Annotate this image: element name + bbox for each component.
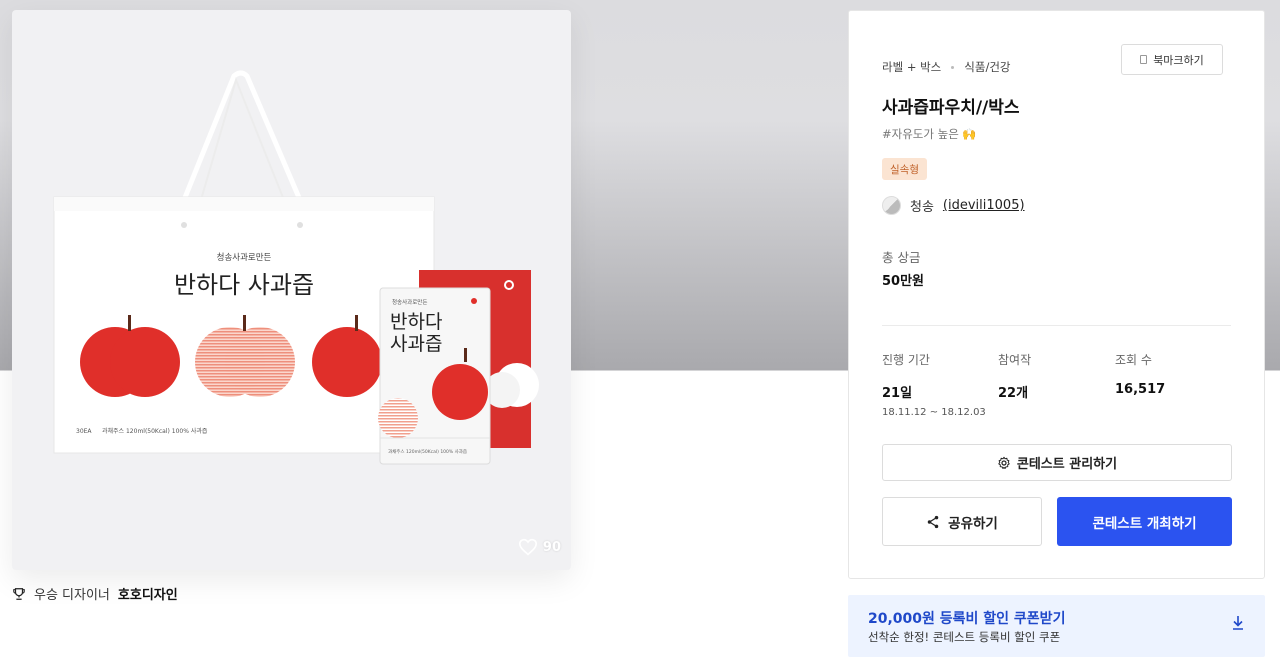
period-range: 18.11.12 ~ 18.12.03 [882, 407, 986, 418]
avatar [882, 196, 901, 215]
participants-label: 참여작 [998, 353, 1032, 367]
divider [882, 325, 1231, 326]
like-count: 90 [542, 539, 561, 555]
breadcrumb: 라벨 + 박스 식품/건강 [882, 59, 1010, 75]
bookmark-icon [1140, 55, 1148, 64]
category-secondary: 식품/건강 [964, 60, 1011, 74]
svg-text:과채주스 120ml(50Kcal) 100% 사과즙: 과채주스 120ml(50Kcal) 100% 사과즙 [102, 427, 208, 435]
gear-icon [998, 456, 1010, 469]
period-label: 진행 기간 [882, 353, 930, 367]
share-icon [927, 515, 939, 528]
trophy-icon [13, 587, 25, 600]
host-author[interactable]: 청송 (idevili1005) [882, 196, 1025, 215]
plan-badge: 실속형 [882, 158, 927, 180]
bag-subtitle: 청송사과로만든 [217, 253, 272, 263]
manage-contest-label: 콘테스트 관리하기 [1016, 457, 1118, 472]
juice-pouch: 청송사과로만든 반하다 사과즙 과채주스 120ml(50Kcal) 100% … [378, 287, 491, 465]
views-value: 16,517 [1115, 382, 1166, 397]
product-illustration: 청송사과로만든 반하다 사과즙 30EA 과채주스 120ml(50Kcal) … [53, 70, 539, 465]
category-primary: 라벨 + 박스 [882, 60, 942, 74]
prize-value: 50만원 [882, 274, 925, 289]
stat-participants: 참여작 22개 [998, 351, 1031, 401]
bag-handle [181, 70, 303, 201]
host-contest-button[interactable]: 콘테스트 개최하기 [1057, 497, 1232, 546]
share-label: 공유하기 [948, 515, 998, 532]
stat-period: 진행 기간 21일 18.11.12 ~ 18.12.03 [882, 351, 986, 418]
bag-title: 반하다 사과즙 [174, 271, 314, 299]
heart-icon [518, 538, 537, 556]
separator-dot [951, 65, 955, 69]
winner-name: 호호디자인 [117, 588, 178, 603]
svg-text:과채주스 120ml(50Kcal) 100% 사과즙: 과채주스 120ml(50Kcal) 100% 사과즙 [388, 448, 467, 455]
product-image-card[interactable]: 청송사과로만든 반하다 사과즙 30EA 과채주스 120ml(50Kcal) … [12, 10, 571, 570]
svg-text:30EA: 30EA [76, 428, 92, 435]
coupon-banner[interactable]: 20,000원 등록비 할인 쿠폰받기 선착순 한정! 콘테스트 등록비 할인 … [848, 595, 1265, 657]
share-button[interactable]: 공유하기 [882, 497, 1042, 546]
like-button[interactable]: 90 [518, 538, 561, 556]
bookmark-button[interactable]: 북마크하기 [1121, 44, 1223, 75]
svg-text:청송사과로만든: 청송사과로만든 [392, 298, 427, 306]
contest-info-panel: 북마크하기 라벨 + 박스 식품/건강 사과즙파우치//박스 #자유도가 높은 … [848, 10, 1265, 579]
manage-contest-button[interactable]: 콘테스트 관리하기 [882, 444, 1232, 481]
download-icon[interactable] [1231, 615, 1245, 631]
author-handle-link[interactable]: (idevili1005) [943, 198, 1025, 213]
contest-title: 사과즙파우치//박스 [882, 98, 1020, 118]
stat-views: 조회 수 16,517 [1115, 351, 1165, 397]
prize-label: 총 상금 [882, 250, 921, 265]
coupon-title: 20,000원 등록비 할인 쿠폰받기 [868, 611, 1066, 627]
participants-value: 22개 [998, 386, 1029, 401]
bookmark-label: 북마크하기 [1153, 53, 1204, 67]
views-label: 조회 수 [1115, 353, 1152, 367]
author-name: 청송 [910, 200, 934, 215]
svg-text:반하다: 반하다 [390, 311, 442, 333]
contest-tagline: #자유도가 높은 🙌 [882, 127, 977, 141]
coupon-subtitle: 선착순 한정! 콘테스트 등록비 할인 쿠폰 [868, 630, 1061, 644]
period-value: 21일 [882, 386, 913, 401]
winner-info: 우승 디자이너 호호디자인 [12, 584, 178, 603]
svg-text:사과즙: 사과즙 [390, 333, 442, 355]
winner-prefix: 우승 디자이너 [34, 588, 110, 603]
